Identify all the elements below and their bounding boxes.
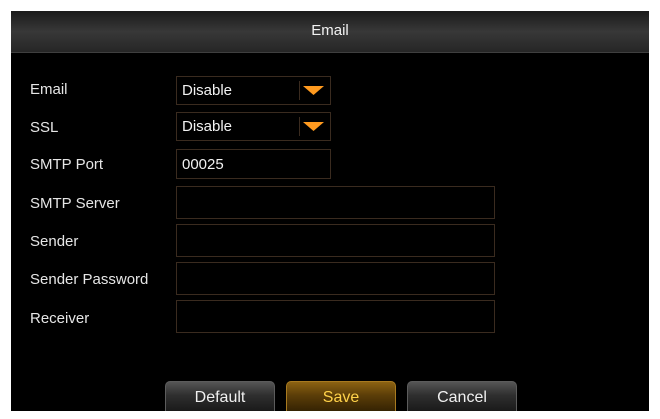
- sender-password-label: Sender Password: [30, 271, 149, 288]
- cancel-button[interactable]: Cancel: [407, 381, 517, 411]
- email-label: Email: [30, 81, 68, 98]
- dialog-title: Email: [311, 22, 349, 39]
- save-button[interactable]: Save: [286, 381, 396, 411]
- title-bar: Email: [11, 11, 649, 53]
- email-select-value: Disable: [182, 82, 233, 99]
- ssl-select[interactable]: Disable: [176, 112, 331, 141]
- smtp-server-field[interactable]: [176, 186, 495, 219]
- smtp-server-label: SMTP Server: [30, 195, 120, 212]
- sender-field[interactable]: [176, 224, 495, 257]
- smtp-port-field[interactable]: [176, 149, 331, 179]
- smtp-port-label: SMTP Port: [30, 156, 104, 173]
- ssl-label: SSL: [30, 119, 59, 136]
- receiver-field[interactable]: [176, 300, 495, 333]
- email-select[interactable]: Disable: [176, 76, 331, 105]
- receiver-label: Receiver: [30, 310, 90, 327]
- chevron-down-icon[interactable]: [299, 81, 327, 100]
- ssl-select-value: Disable: [182, 118, 233, 135]
- email-settings-dialog: Email Email Disable SSL Disable SMTP Por…: [11, 11, 649, 411]
- chevron-down-icon[interactable]: [299, 117, 327, 136]
- default-button[interactable]: Default: [165, 381, 275, 411]
- sender-password-field[interactable]: [176, 262, 495, 295]
- sender-label: Sender: [30, 233, 79, 250]
